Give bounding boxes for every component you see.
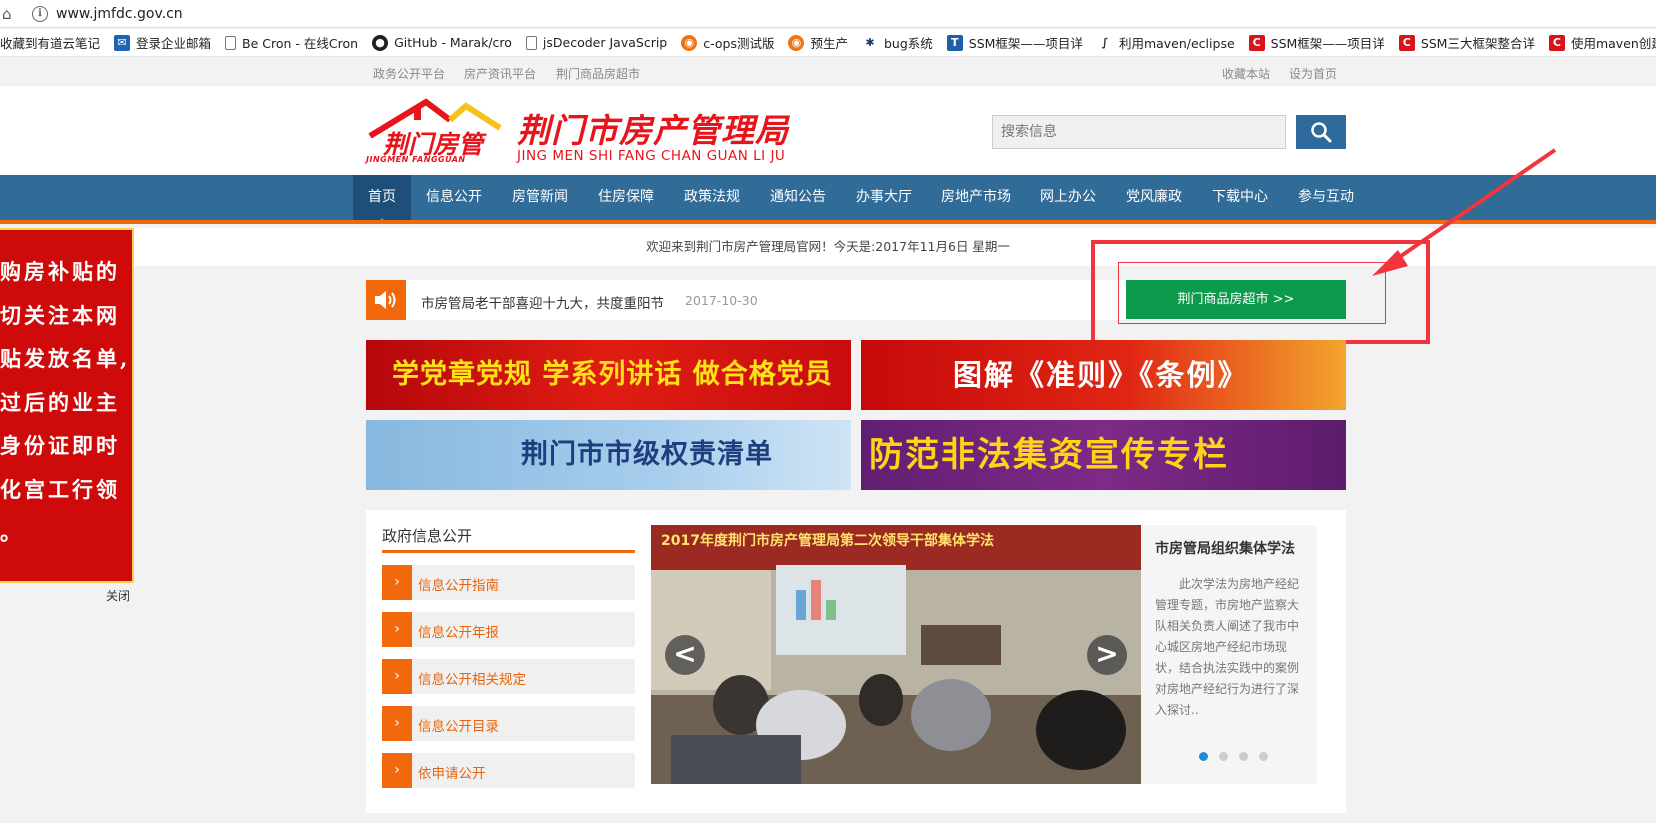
bookmark-item[interactable]: C SSM框架——项目详: [1248, 33, 1385, 52]
arrow-right-icon: ›: [382, 565, 412, 600]
floating-ad[interactable]: 购房补贴的 切关注本网 贴发放名单, 过后的业主 身份证即时 化宫工行领 。: [0, 228, 134, 583]
bookmark-item[interactable]: jsDecoder JavaScrip: [525, 35, 667, 50]
arrow-right-icon: ›: [382, 612, 412, 647]
speaker-icon: [366, 280, 406, 320]
info-item-rules[interactable]: › 信息公开相关规定: [382, 659, 635, 694]
url-text[interactable]: www.jmfdc.gov.cn: [56, 6, 183, 22]
csdn-icon: C: [1398, 34, 1415, 51]
nav-notice[interactable]: 通知公告: [758, 175, 838, 220]
github-icon: ●: [372, 34, 389, 51]
bookmark-item[interactable]: Be Cron - 在线Cron: [225, 33, 358, 52]
slider-next-button[interactable]: >: [1087, 635, 1127, 675]
nav-policy[interactable]: 政策法规: [672, 175, 752, 220]
toplink-homepage[interactable]: 设为首页: [1289, 65, 1337, 82]
nav-market[interactable]: 房地产市场: [930, 175, 1022, 220]
info-item-guide[interactable]: › 信息公开指南: [382, 565, 635, 600]
bookmark-item[interactable]: ✉ 登录企业邮箱: [114, 33, 211, 52]
ops-icon: ◉: [681, 34, 698, 51]
home-icon[interactable]: ⌂: [2, 5, 20, 23]
photo-banner-text: 2017年度荆门市房产管理局第二次领导干部集体学法: [661, 533, 994, 549]
nav-news[interactable]: 房管新闻: [500, 175, 580, 220]
nav-housing[interactable]: 住房保障: [586, 175, 666, 220]
banner-power-list[interactable]: 荆门市市级权责清单: [366, 420, 851, 490]
news-date: 2017-10-30: [685, 293, 758, 308]
banner-rules[interactable]: 图解《准则》《条例》: [861, 340, 1346, 410]
logo-pinyin-small: JINGMEN FANGGUAN: [366, 155, 466, 164]
site-title-pinyin: JING MEN SHI FANG CHAN GUAN LI JU: [517, 148, 786, 164]
page-icon: [525, 35, 537, 50]
slider-dot[interactable]: [1239, 752, 1248, 761]
ad-close-link[interactable]: 关闭: [106, 587, 130, 604]
info-section-title: 政府信息公开: [382, 527, 473, 545]
banner-illegal-fundraising[interactable]: 防范非法集资宣传专栏: [861, 420, 1346, 490]
t-icon: T: [946, 34, 963, 51]
bookmarks-bar: 收藏到有道云笔记 ✉ 登录企业邮箱 Be Cron - 在线Cron ● GitHu…: [0, 29, 1656, 57]
banner-party-study[interactable]: 学党章党规 学系列讲话 做合格党员: [366, 340, 851, 410]
bookmark-item[interactable]: C SSM三大框架整合详: [1398, 33, 1535, 52]
slider-description: 此次学法为房地产经纪管理专题，市房地产监察大队相关负责人阐述了我市中心城区房地产…: [1155, 577, 1300, 717]
ops-icon: ◉: [788, 34, 805, 51]
info-item-request[interactable]: › 依申请公开: [382, 753, 635, 788]
nav-office[interactable]: 网上办公: [1028, 175, 1108, 220]
maven-icon: ∫: [1096, 34, 1113, 51]
slider-photo[interactable]: 2017年度荆门市房产管理局第二次领导干部集体学法 < >: [651, 525, 1141, 784]
info-icon[interactable]: i: [32, 5, 48, 22]
slider-prev-button[interactable]: <: [665, 635, 705, 675]
nav-party[interactable]: 党风廉政: [1114, 175, 1194, 220]
toplink-info[interactable]: 房产资讯平台: [464, 65, 536, 82]
csdn-icon: C: [1248, 34, 1265, 51]
bookmark-item[interactable]: C使用maven创建web: [1548, 33, 1656, 52]
bug-icon: ✱: [861, 34, 878, 51]
nav-download[interactable]: 下载中心: [1200, 175, 1280, 220]
bookmark-item[interactable]: 收藏到有道云笔记: [0, 33, 100, 52]
slider-title[interactable]: 市房管局组织集体学法: [1155, 538, 1295, 558]
search-icon: [1311, 122, 1332, 143]
toplink-market[interactable]: 荆门商品房超市: [556, 65, 640, 82]
csdn-icon: C: [1548, 34, 1565, 51]
slider-dot[interactable]: [1199, 752, 1208, 761]
nav-hall[interactable]: 办事大厅: [844, 175, 924, 220]
bookmark-item[interactable]: T SSM框架——项目详: [946, 33, 1083, 52]
bookmark-item[interactable]: ◉ c-ops测试版: [681, 33, 774, 52]
arrow-right-icon: ›: [382, 706, 412, 741]
bookmark-item[interactable]: ✱ bug系统: [861, 33, 933, 52]
annotation-inner-box: [1118, 262, 1386, 324]
address-bar[interactable]: ⌂ i www.jmfdc.gov.cn: [0, 0, 1656, 28]
mail-icon: ✉: [114, 34, 131, 51]
section-divider: [382, 550, 635, 553]
page-icon: [225, 35, 237, 50]
slider-dot[interactable]: [1259, 752, 1268, 761]
meeting-photo: [651, 525, 1141, 784]
nav-home[interactable]: 首页: [353, 175, 411, 224]
info-item-catalog[interactable]: › 信息公开目录: [382, 706, 635, 741]
info-item-report[interactable]: › 信息公开年报: [382, 612, 635, 647]
slider-dot[interactable]: [1219, 752, 1228, 761]
search-input[interactable]: 搜索信息: [992, 115, 1286, 149]
nav-interact[interactable]: 参与互动: [1286, 175, 1366, 220]
nav-info[interactable]: 信息公开: [414, 175, 494, 220]
search-button[interactable]: [1296, 115, 1346, 149]
toplink-favorite[interactable]: 收藏本站: [1222, 65, 1270, 82]
arrow-right-icon: ›: [382, 659, 412, 694]
site-header: [0, 86, 1656, 175]
toplink-gov[interactable]: 政务公开平台: [373, 65, 445, 82]
ad-text: 购房补贴的 切关注本网 贴发放名单, 过后的业主 身份证即时 化宫工行领 。: [0, 259, 131, 545]
arrow-right-icon: ›: [382, 753, 412, 788]
top-links-bar: 政务公开平台 房产资讯平台 荆门商品房超市 收藏本站 设为首页: [0, 58, 1656, 86]
bookmark-item[interactable]: ◉ 预生产: [788, 33, 848, 52]
site-title: 荆门市房产管理局: [517, 111, 789, 150]
bookmark-item[interactable]: ∫ 利用maven/eclipse: [1096, 33, 1235, 52]
news-headline[interactable]: 市房管局老干部喜迎十九大，共度重阳节: [421, 292, 664, 312]
bookmark-item[interactable]: ● GitHub - Marak/cro: [372, 34, 512, 51]
main-nav: 首页 信息公开 房管新闻 住房保障 政策法规 通知公告 办事大厅 房地产市场 网…: [0, 175, 1656, 224]
